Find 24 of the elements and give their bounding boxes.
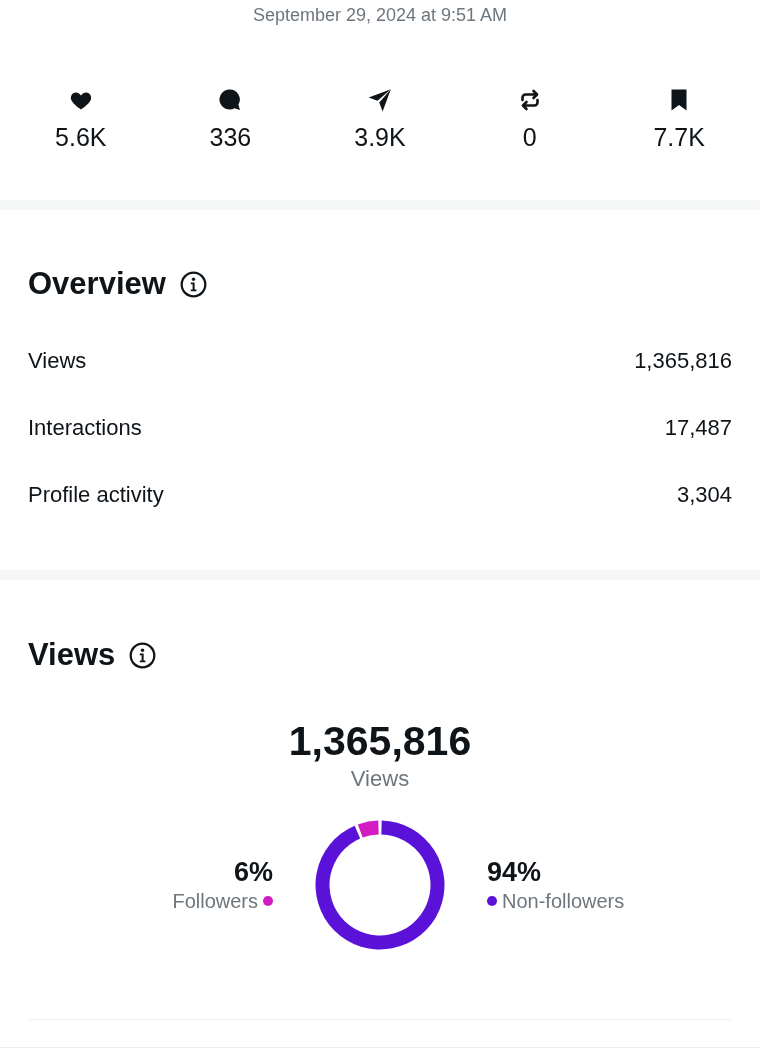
views-total: 1,365,816 (288, 717, 472, 765)
metric-label: Views (28, 347, 87, 375)
info-icon (179, 270, 207, 298)
stat-count: 3.9K (354, 122, 406, 152)
stat-count: 0 (522, 122, 537, 152)
percent-value: 6% (233, 856, 273, 888)
stat-count: 7.7K (653, 122, 705, 152)
percent-value: 94% (487, 856, 542, 888)
section-heading: Views (28, 637, 116, 673)
info-icon (129, 641, 157, 669)
post-timestamp: September 29, 2024 at 9:51 AM (252, 4, 508, 27)
stat-count: 336 (209, 122, 252, 152)
metric-value: 17,487 (664, 414, 732, 442)
legend-label: Non-followers (502, 889, 625, 914)
paper-plane-icon (367, 87, 393, 113)
metric-label: Profile activity (28, 481, 164, 509)
metric-label: Interactions (28, 414, 142, 442)
views-total-label: Views (350, 765, 410, 793)
metric-value: 3,304 (676, 481, 732, 509)
speech-bubble-icon (218, 88, 243, 112)
stat-count: 5.6K (55, 122, 107, 152)
section-heading: Overview (28, 266, 166, 302)
metric-value: 1,365,816 (634, 347, 732, 375)
legend-label: Followers (172, 889, 258, 914)
